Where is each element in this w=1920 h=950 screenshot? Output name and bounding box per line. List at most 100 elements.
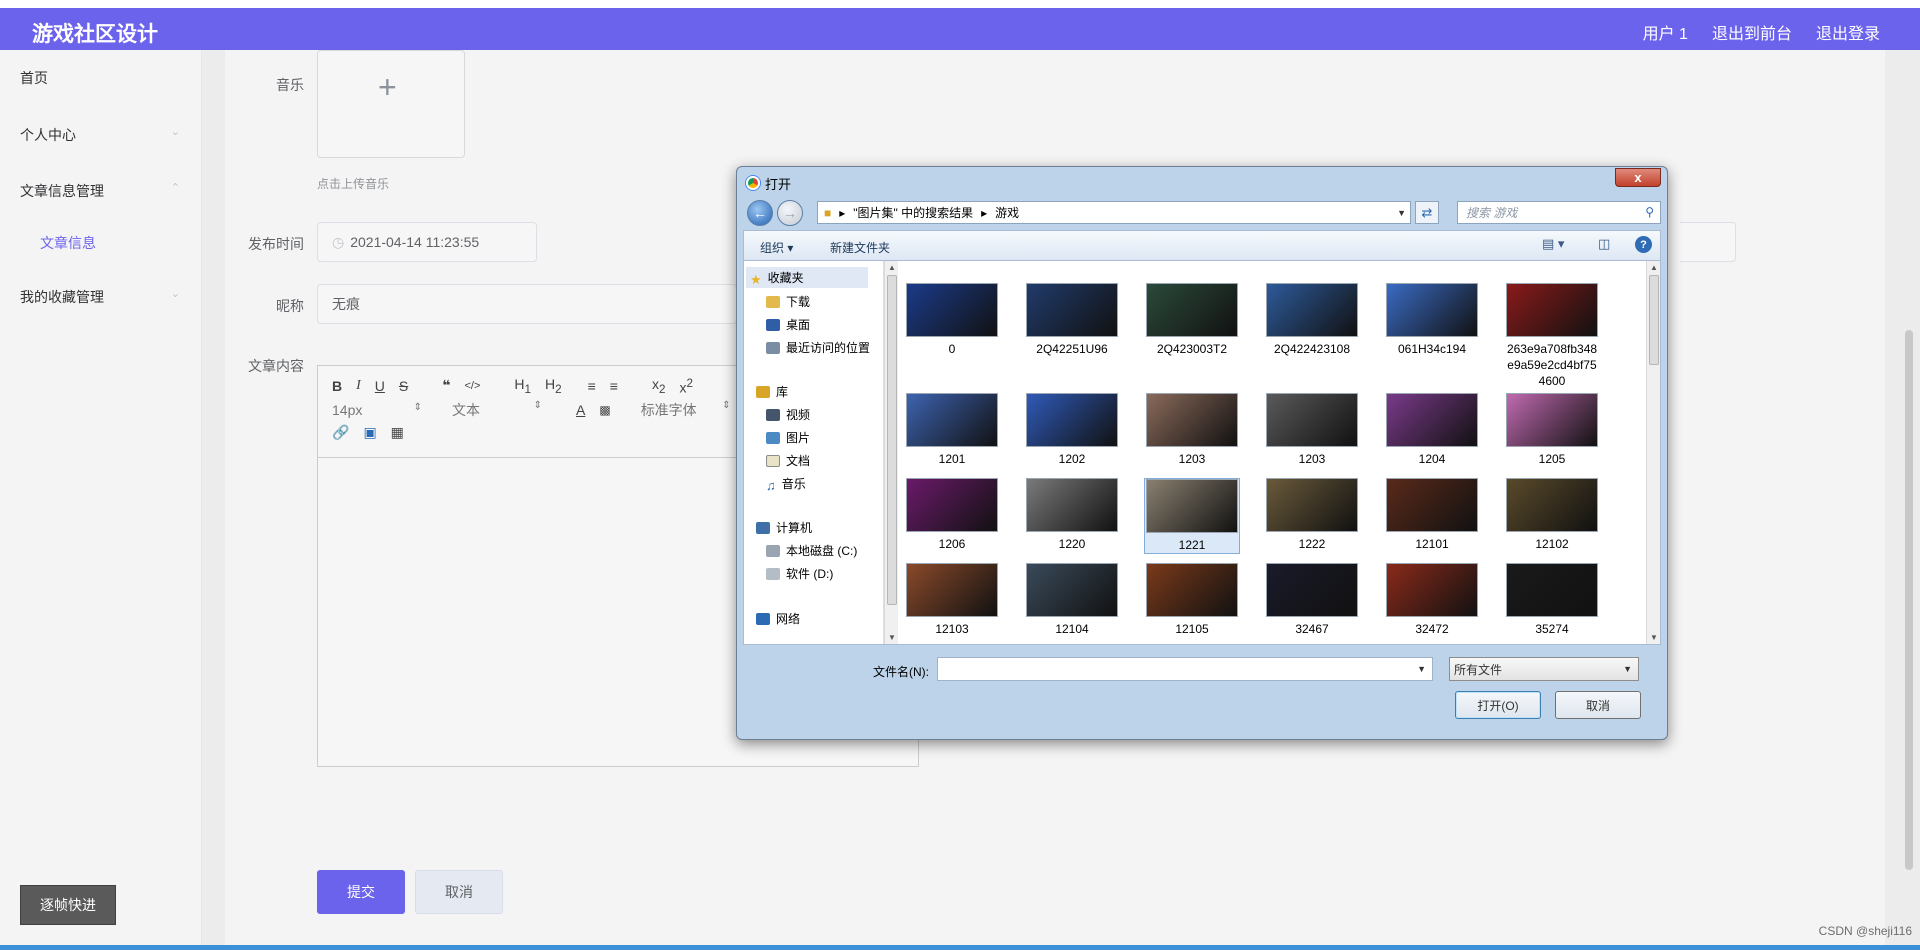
bullet-list-icon[interactable]: ≡ <box>610 378 618 394</box>
quote-icon[interactable]: ❝ <box>442 377 450 394</box>
file-item[interactable]: 1206 <box>904 478 1000 552</box>
nav-pictures[interactable]: 图片 <box>766 429 810 446</box>
search-icon[interactable]: ⚲ <box>1645 205 1654 219</box>
organize-button[interactable]: 组织 ▾ <box>760 239 793 256</box>
nav-computer[interactable]: 计算机 <box>756 519 812 536</box>
nav-music[interactable]: ♫ 音乐 <box>766 475 806 493</box>
italic-icon[interactable]: I <box>356 378 361 394</box>
file-item[interactable]: 35274 <box>1504 563 1600 637</box>
nav-favorites[interactable]: ★ 收藏夹 <box>746 267 868 288</box>
step-forward-button[interactable]: 逐帧快进 <box>20 885 116 925</box>
file-item[interactable]: 1204 <box>1384 393 1480 467</box>
image-icon[interactable]: ▣ <box>363 424 376 441</box>
file-item[interactable]: 12104 <box>1024 563 1120 637</box>
user-link[interactable]: 用户 1 <box>1643 20 1688 44</box>
ordered-list-icon[interactable]: ≡ <box>588 378 596 394</box>
nav-documents[interactable]: 文档 <box>766 452 810 469</box>
view-options-icon[interactable]: ▤ ▾ <box>1542 236 1564 252</box>
file-item[interactable]: 1222 <box>1264 478 1360 552</box>
file-item[interactable]: 1205 <box>1504 393 1600 467</box>
text-type-select[interactable]: 文本 ⇕ <box>452 400 542 420</box>
nav-desktop[interactable]: 桌面 <box>766 316 810 333</box>
underline-icon[interactable]: U <box>375 378 385 394</box>
file-item[interactable]: 12105 <box>1144 563 1240 637</box>
heading2-icon[interactable]: H2 <box>545 376 562 396</box>
help-icon[interactable]: ? <box>1635 236 1652 253</box>
heading1-icon[interactable]: H1 <box>514 376 531 396</box>
font-size-select[interactable]: 14px ⇕ <box>332 402 422 418</box>
nav-pane-scrollbar[interactable]: ▲ ▼ <box>884 261 898 644</box>
page-scrollbar[interactable] <box>1905 330 1913 870</box>
sidebar-item-personal-center[interactable]: 个人中心 ⌄ <box>20 125 180 145</box>
logout-link[interactable]: 退出登录 <box>1816 20 1880 44</box>
link-icon[interactable]: 🔗 <box>332 424 349 441</box>
refresh-button[interactable]: ⇄ <box>1415 201 1439 224</box>
back-button[interactable]: ← <box>747 200 773 226</box>
font-family-select[interactable]: 标准字体 ⇕ <box>641 400 731 420</box>
file-item[interactable]: 32472 <box>1384 563 1480 637</box>
file-item[interactable]: 1220 <box>1024 478 1120 552</box>
file-item[interactable]: 2Q423003T2 <box>1144 283 1240 357</box>
publish-time-input[interactable]: ◷ 2021-04-14 11:23:55 <box>317 222 537 262</box>
dropdown-arrow-icon[interactable]: ▼ <box>1397 208 1406 218</box>
file-item[interactable]: 0 <box>904 283 1000 357</box>
scrollbar-thumb[interactable] <box>1649 275 1659 365</box>
file-item[interactable]: 1203 <box>1264 393 1360 467</box>
address-bar[interactable]: ■ ▸ "图片集" 中的搜索结果 ▸ 游戏 ▼ <box>817 201 1411 224</box>
scroll-up-icon[interactable]: ▲ <box>888 263 896 272</box>
nav-network[interactable]: 网络 <box>756 610 800 627</box>
sidebar-item-favorites-management[interactable]: 我的收藏管理 ⌄ <box>20 287 180 307</box>
nav-local-disk[interactable]: 本地磁盘 (C:) <box>766 542 857 559</box>
nickname-input[interactable]: 无痕 <box>317 284 737 324</box>
sidebar-item-article-info[interactable]: 文章信息 <box>40 233 96 253</box>
bold-icon[interactable]: B <box>332 378 342 394</box>
file-item[interactable]: 1202 <box>1024 393 1120 467</box>
dialog-cancel-button[interactable]: 取消 <box>1555 691 1641 719</box>
video-icon[interactable]: ▦ <box>391 424 404 441</box>
scroll-down-icon[interactable]: ▼ <box>888 633 896 642</box>
breadcrumb-games[interactable]: 游戏 <box>995 204 1019 221</box>
file-item[interactable]: 1203 <box>1144 393 1240 467</box>
forward-button[interactable]: → <box>777 200 803 226</box>
sidebar-item-home[interactable]: 首页 <box>20 68 180 88</box>
scrollbar-thumb[interactable] <box>887 275 897 605</box>
open-button[interactable]: 打开(O) <box>1455 691 1541 719</box>
file-item[interactable]: 1201 <box>904 393 1000 467</box>
nav-videos[interactable]: 视频 <box>766 406 810 423</box>
file-grid-scrollbar[interactable]: ▲ ▼ <box>1646 261 1660 644</box>
exit-to-front-link[interactable]: 退出到前台 <box>1712 20 1792 44</box>
nav-recent[interactable]: 最近访问的位置 <box>766 339 870 356</box>
strikethrough-icon[interactable]: S <box>399 378 408 394</box>
superscript-icon[interactable]: x2 <box>679 377 692 396</box>
new-folder-button[interactable]: 新建文件夹 <box>830 239 890 256</box>
subscript-icon[interactable]: x2 <box>652 376 665 396</box>
file-item[interactable]: 12101 <box>1384 478 1480 552</box>
file-item[interactable]: 263e9a708fb348e9a59e2cd4bf754600 <box>1504 283 1600 389</box>
background-color-icon[interactable]: ▩ <box>599 403 610 417</box>
file-item[interactable]: 2Q422423108 <box>1264 283 1360 357</box>
file-item[interactable]: 32467 <box>1264 563 1360 637</box>
file-item[interactable]: 12103 <box>904 563 1000 637</box>
file-item[interactable]: 1221 <box>1144 478 1240 554</box>
cancel-button[interactable]: 取消 <box>415 870 503 914</box>
dropdown-arrow-icon[interactable]: ▼ <box>1417 664 1426 674</box>
breadcrumb-search-results[interactable]: "图片集" 中的搜索结果 <box>853 204 973 221</box>
file-item[interactable]: 12102 <box>1504 478 1600 552</box>
search-input[interactable]: 搜索 游戏 ⚲ <box>1457 201 1661 224</box>
nav-downloads[interactable]: 下载 <box>766 293 810 310</box>
code-icon[interactable]: </> <box>464 380 480 392</box>
nav-software-disk[interactable]: 软件 (D:) <box>766 565 833 582</box>
right-input-edge[interactable] <box>1680 222 1736 262</box>
filename-input[interactable]: ▼ <box>937 657 1433 681</box>
scroll-up-icon[interactable]: ▲ <box>1650 263 1658 272</box>
submit-button[interactable]: 提交 <box>317 870 405 914</box>
font-color-icon[interactable]: A <box>576 402 585 418</box>
music-upload[interactable]: + <box>317 50 465 158</box>
preview-pane-icon[interactable]: ◫ <box>1598 236 1610 252</box>
filetype-select[interactable]: 所有文件 ▼ <box>1449 657 1639 681</box>
nav-libraries[interactable]: 库 <box>756 383 788 400</box>
file-item[interactable]: 2Q42251U96 <box>1024 283 1120 357</box>
scroll-down-icon[interactable]: ▼ <box>1650 633 1658 642</box>
close-button[interactable]: x <box>1615 168 1661 187</box>
sidebar-item-article-management[interactable]: 文章信息管理 ⌃ <box>20 181 180 201</box>
